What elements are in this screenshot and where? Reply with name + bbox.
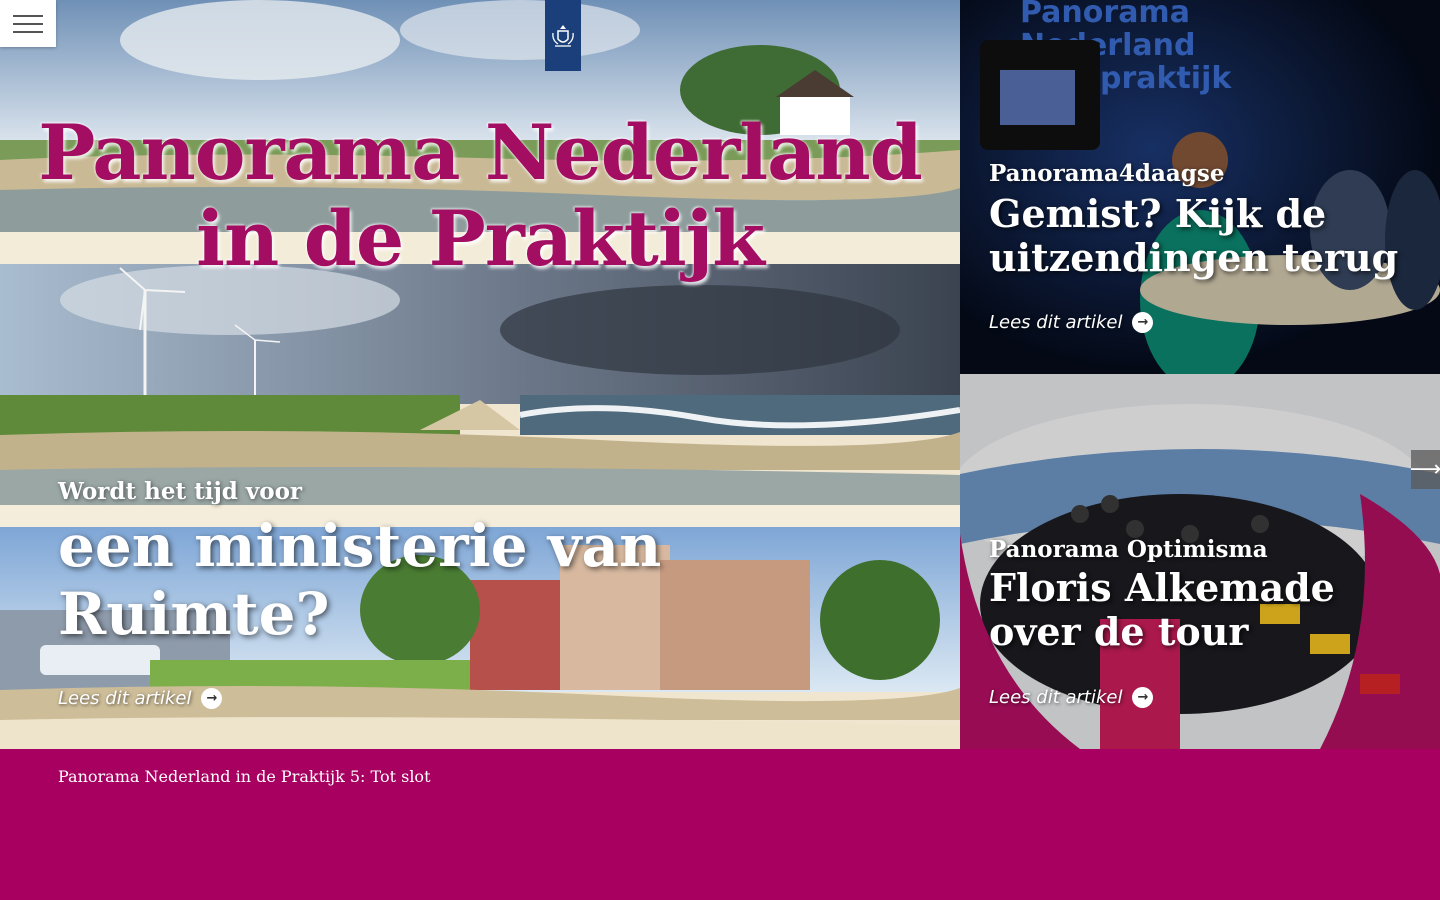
card-read-more-link[interactable]: Lees dit artikel → xyxy=(989,687,1154,708)
menu-button[interactable] xyxy=(0,0,56,47)
coat-of-arms-logo[interactable] xyxy=(545,0,581,71)
page-title: Panorama Nederland in de Praktijk xyxy=(38,108,923,283)
card-title[interactable]: Gemist? Kijk de uitzendingen terug xyxy=(989,192,1419,280)
article-card-panorama4daagse[interactable]: Panorama Nederland praktijk Panorama4daa… xyxy=(960,0,1440,374)
arrow-right-circle-icon: → xyxy=(201,688,223,709)
next-slide-button[interactable]: ⟶ xyxy=(1409,450,1440,489)
article-card-panorama-optimisma[interactable]: Panorama Optimisma Floris Alkemade over … xyxy=(960,374,1440,749)
card-title[interactable]: Floris Alkemade over de tour xyxy=(989,566,1419,654)
hero-read-more-link[interactable]: Lees dit artikel → xyxy=(58,688,223,709)
card-kicker: Panorama Optimisma xyxy=(989,536,1268,563)
next-chapter-link[interactable]: Panorama Nederland in de Praktijk 5: Tot… xyxy=(58,767,431,786)
hamburger-icon xyxy=(13,14,43,17)
hero-headline[interactable]: een ministerie van Ruimte? xyxy=(58,512,678,648)
hero-panel[interactable]: Panorama Nederland in de Praktijk Wordt … xyxy=(0,0,960,749)
card-kicker: Panorama4daagse xyxy=(989,160,1225,187)
hero-kicker: Wordt het tijd voor xyxy=(58,478,303,505)
coat-of-arms-icon xyxy=(552,24,574,47)
read-more-label: Lees dit artikel xyxy=(989,312,1123,333)
card-read-more-link[interactable]: Lees dit artikel → xyxy=(989,312,1154,333)
arrow-right-circle-icon: → xyxy=(1132,312,1154,333)
arrow-right-circle-icon: → xyxy=(1132,687,1154,708)
read-more-label: Lees dit artikel xyxy=(58,688,192,709)
arrow-right-icon: ⟶ xyxy=(1409,457,1440,482)
read-more-label: Lees dit artikel xyxy=(989,687,1123,708)
